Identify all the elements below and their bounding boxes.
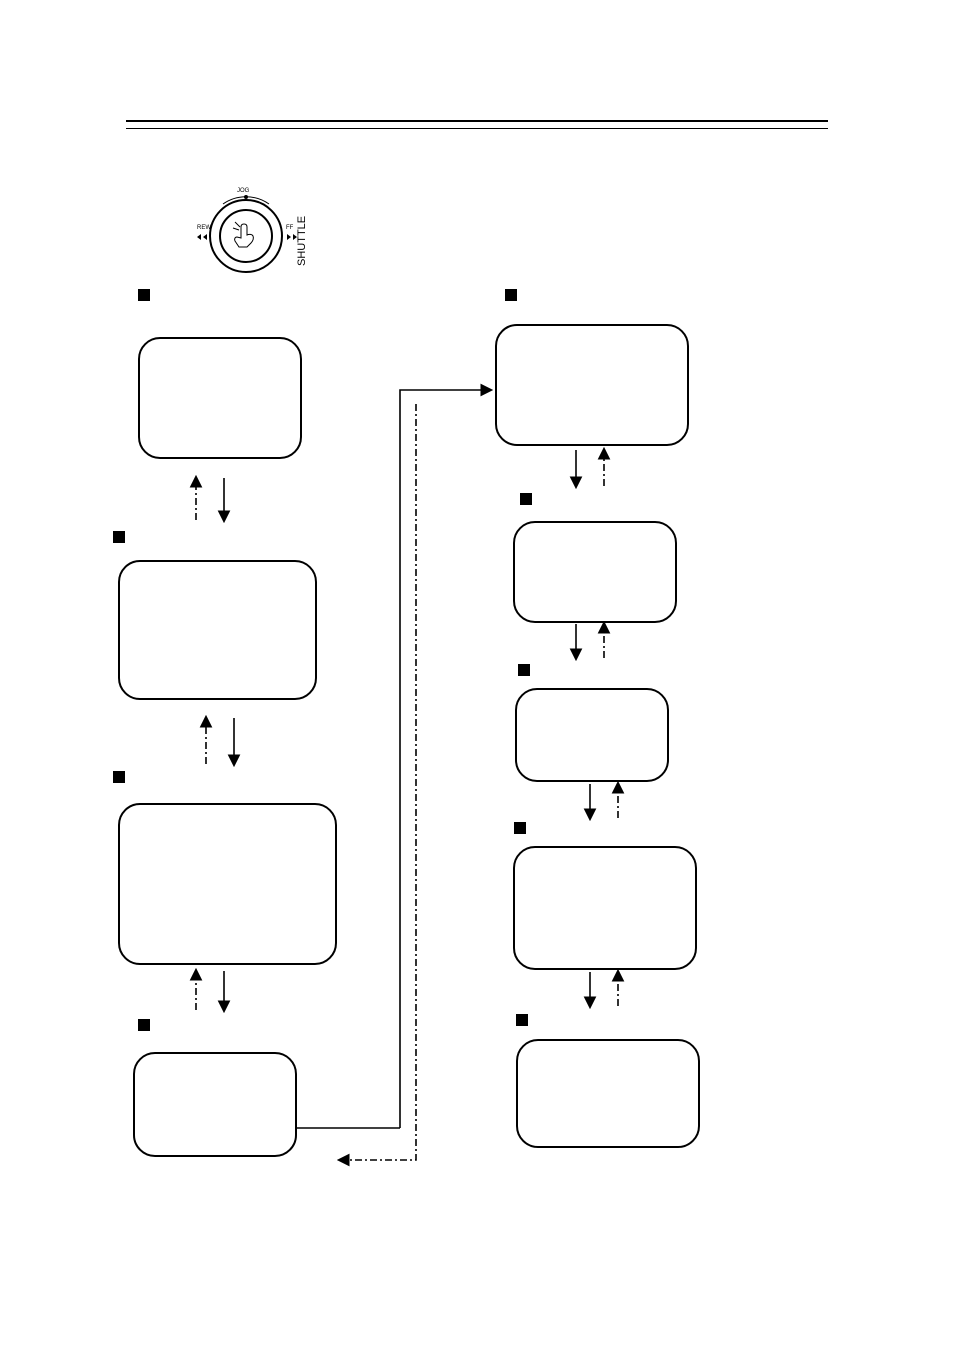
header-rule-thick [126,120,828,122]
dial-ff-label: FF [286,225,294,231]
right-step3-bullet [518,664,530,676]
right-step3-box [515,688,669,782]
right-step2-bullet [520,493,532,505]
left-step2-bullet [113,531,125,543]
right-step1-bullet [505,289,517,301]
right-step4-box [513,846,697,970]
left-step1-box [138,337,302,459]
dial-rew-label: REW [197,225,211,231]
dial-mode-label: SHUTTLE [297,216,308,266]
left-step1-bullet [138,289,150,301]
right-step4-bullet [514,822,526,834]
right-step2-box [513,521,677,623]
right-step1-box [495,324,689,446]
page: REW FF JOG SHUTTLE [0,0,954,1350]
dial-svg: REW FF JOG [197,188,297,272]
right-step5-bullet [516,1014,528,1026]
left-step3-box [118,803,337,965]
dial-jog-label: JOG [237,188,250,194]
left-step2-box [118,560,317,700]
left-step3-bullet [113,771,125,783]
left-step4-bullet [138,1019,150,1031]
left-step4-box [133,1052,297,1157]
header-rule-thin [126,128,828,129]
jog-shuttle-dial: REW FF JOG SHUTTLE [193,180,303,280]
right-step5-box [516,1039,700,1148]
